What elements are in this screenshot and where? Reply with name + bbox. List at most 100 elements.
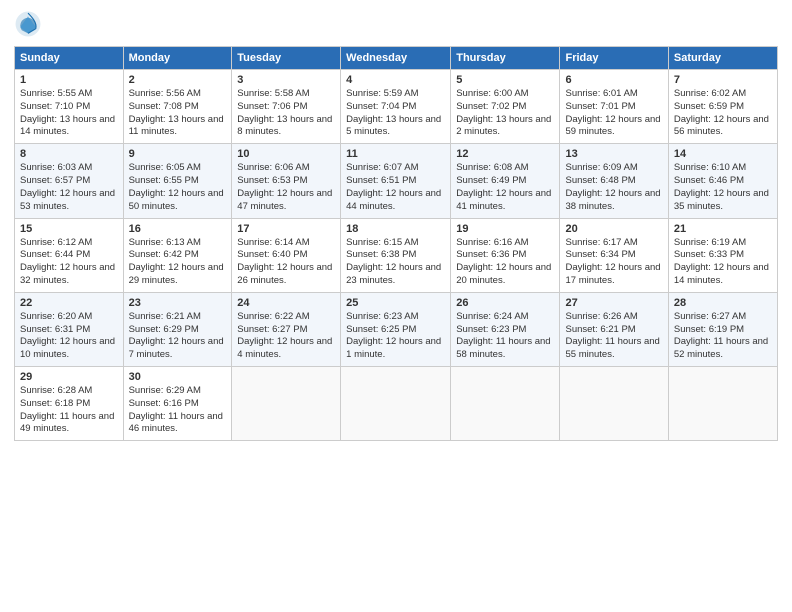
day-number: 26 <box>456 297 554 309</box>
calendar-cell: 1 Sunrise: 5:55 AMSunset: 7:10 PMDaylight… <box>15 70 124 144</box>
logo-icon <box>14 10 42 38</box>
day-info: Sunrise: 5:58 AMSunset: 7:06 PMDaylight:… <box>237 88 335 139</box>
calendar-week-3: 15Sunrise: 6:12 AMSunset: 6:44 PMDayligh… <box>15 218 778 292</box>
day-number: 1 <box>20 74 118 86</box>
day-info: Sunrise: 6:16 AMSunset: 6:36 PMDaylight:… <box>456 237 554 288</box>
page-header <box>14 10 778 38</box>
calendar-cell: 20 Sunrise: 6:17 AMSunset: 6:34 PMDayligh… <box>560 218 668 292</box>
column-header-wednesday: Wednesday <box>341 47 451 70</box>
day-number: 17 <box>237 223 335 235</box>
day-info: Sunrise: 6:09 AMSunset: 6:48 PMDaylight:… <box>565 162 662 213</box>
day-number: 14 <box>674 148 772 160</box>
day-info: Sunrise: 6:17 AMSunset: 6:34 PMDaylight:… <box>565 237 662 288</box>
day-number: 3 <box>237 74 335 86</box>
calendar-week-4: 22 Sunrise: 6:20 AMSunset: 6:31 PMDayligh… <box>15 292 778 366</box>
day-info: Sunrise: 6:12 AMSunset: 6:44 PMDaylight:… <box>20 237 118 288</box>
calendar-cell: 18 Sunrise: 6:15 AMSunset: 6:38 PMDayligh… <box>341 218 451 292</box>
day-info: Sunrise: 6:02 AMSunset: 6:59 PMDaylight:… <box>674 88 772 139</box>
day-number: 8 <box>20 148 118 160</box>
day-info: Sunrise: 6:27 AMSunset: 6:19 PMDaylight:… <box>674 311 772 362</box>
day-number: 21 <box>674 223 772 235</box>
calendar-cell: 3 Sunrise: 5:58 AMSunset: 7:06 PMDaylight… <box>232 70 341 144</box>
day-info: Sunrise: 6:29 AMSunset: 6:16 PMDaylight:… <box>129 385 227 436</box>
day-number: 20 <box>565 223 662 235</box>
day-number: 9 <box>129 148 227 160</box>
day-number: 19 <box>456 223 554 235</box>
calendar-cell: 21Sunrise: 6:19 AMSunset: 6:33 PMDayligh… <box>668 218 777 292</box>
logo <box>14 10 44 38</box>
calendar-cell: 26 Sunrise: 6:24 AMSunset: 6:23 PMDayligh… <box>451 292 560 366</box>
day-info: Sunrise: 5:56 AMSunset: 7:08 PMDaylight:… <box>129 88 227 139</box>
calendar-week-1: 1 Sunrise: 5:55 AMSunset: 7:10 PMDaylight… <box>15 70 778 144</box>
calendar-cell: 10Sunrise: 6:06 AMSunset: 6:53 PMDayligh… <box>232 144 341 218</box>
column-header-tuesday: Tuesday <box>232 47 341 70</box>
calendar-cell: 23 Sunrise: 6:21 AMSunset: 6:29 PMDayligh… <box>123 292 232 366</box>
calendar-cell <box>668 367 777 441</box>
day-info: Sunrise: 6:07 AMSunset: 6:51 PMDaylight:… <box>346 162 445 213</box>
calendar-cell: 29Sunrise: 6:28 AMSunset: 6:18 PMDayligh… <box>15 367 124 441</box>
day-info: Sunrise: 6:00 AMSunset: 7:02 PMDaylight:… <box>456 88 554 139</box>
day-number: 10 <box>237 148 335 160</box>
day-number: 4 <box>346 74 445 86</box>
calendar-cell: 14 Sunrise: 6:10 AMSunset: 6:46 PMDayligh… <box>668 144 777 218</box>
day-info: Sunrise: 6:14 AMSunset: 6:40 PMDaylight:… <box>237 237 335 288</box>
day-info: Sunrise: 6:23 AMSunset: 6:25 PMDaylight:… <box>346 311 445 362</box>
calendar-cell: 8Sunrise: 6:03 AMSunset: 6:57 PMDaylight… <box>15 144 124 218</box>
day-number: 23 <box>129 297 227 309</box>
calendar-header-row: SundayMondayTuesdayWednesdayThursdayFrid… <box>15 47 778 70</box>
calendar-cell: 25 Sunrise: 6:23 AMSunset: 6:25 PMDayligh… <box>341 292 451 366</box>
calendar-week-2: 8Sunrise: 6:03 AMSunset: 6:57 PMDaylight… <box>15 144 778 218</box>
calendar-cell: 4 Sunrise: 5:59 AMSunset: 7:04 PMDaylight… <box>341 70 451 144</box>
calendar-cell: 9Sunrise: 6:05 AMSunset: 6:55 PMDaylight… <box>123 144 232 218</box>
day-info: Sunrise: 6:10 AMSunset: 6:46 PMDaylight:… <box>674 162 772 213</box>
day-number: 12 <box>456 148 554 160</box>
calendar-cell: 7 Sunrise: 6:02 AMSunset: 6:59 PMDaylight… <box>668 70 777 144</box>
day-info: Sunrise: 6:08 AMSunset: 6:49 PMDaylight:… <box>456 162 554 213</box>
day-number: 7 <box>674 74 772 86</box>
day-info: Sunrise: 6:13 AMSunset: 6:42 PMDaylight:… <box>129 237 227 288</box>
calendar-cell: 30 Sunrise: 6:29 AMSunset: 6:16 PMDayligh… <box>123 367 232 441</box>
day-number: 13 <box>565 148 662 160</box>
day-number: 28 <box>674 297 772 309</box>
calendar-cell: 13 Sunrise: 6:09 AMSunset: 6:48 PMDayligh… <box>560 144 668 218</box>
calendar-cell: 27Sunrise: 6:26 AMSunset: 6:21 PMDayligh… <box>560 292 668 366</box>
day-number: 30 <box>129 371 227 383</box>
day-info: Sunrise: 6:21 AMSunset: 6:29 PMDaylight:… <box>129 311 227 362</box>
day-number: 29 <box>20 371 118 383</box>
day-number: 25 <box>346 297 445 309</box>
calendar-cell <box>451 367 560 441</box>
calendar-cell <box>560 367 668 441</box>
calendar-week-5: 29Sunrise: 6:28 AMSunset: 6:18 PMDayligh… <box>15 367 778 441</box>
column-header-thursday: Thursday <box>451 47 560 70</box>
calendar-cell: 17 Sunrise: 6:14 AMSunset: 6:40 PMDayligh… <box>232 218 341 292</box>
calendar-cell: 6Sunrise: 6:01 AMSunset: 7:01 PMDaylight… <box>560 70 668 144</box>
column-header-saturday: Saturday <box>668 47 777 70</box>
day-info: Sunrise: 5:55 AMSunset: 7:10 PMDaylight:… <box>20 88 118 139</box>
calendar-cell: 16 Sunrise: 6:13 AMSunset: 6:42 PMDayligh… <box>123 218 232 292</box>
calendar-cell: 11 Sunrise: 6:07 AMSunset: 6:51 PMDayligh… <box>341 144 451 218</box>
calendar-cell: 5 Sunrise: 6:00 AMSunset: 7:02 PMDaylight… <box>451 70 560 144</box>
calendar-cell <box>341 367 451 441</box>
calendar-cell: 22 Sunrise: 6:20 AMSunset: 6:31 PMDayligh… <box>15 292 124 366</box>
column-header-friday: Friday <box>560 47 668 70</box>
day-number: 2 <box>129 74 227 86</box>
day-number: 16 <box>129 223 227 235</box>
day-info: Sunrise: 5:59 AMSunset: 7:04 PMDaylight:… <box>346 88 445 139</box>
calendar-cell: 15Sunrise: 6:12 AMSunset: 6:44 PMDayligh… <box>15 218 124 292</box>
day-number: 27 <box>565 297 662 309</box>
day-info: Sunrise: 6:15 AMSunset: 6:38 PMDaylight:… <box>346 237 445 288</box>
day-number: 5 <box>456 74 554 86</box>
column-header-monday: Monday <box>123 47 232 70</box>
day-number: 22 <box>20 297 118 309</box>
calendar-cell: 2 Sunrise: 5:56 AMSunset: 7:08 PMDaylight… <box>123 70 232 144</box>
day-info: Sunrise: 6:01 AMSunset: 7:01 PMDaylight:… <box>565 88 662 139</box>
day-number: 11 <box>346 148 445 160</box>
column-header-sunday: Sunday <box>15 47 124 70</box>
day-info: Sunrise: 6:20 AMSunset: 6:31 PMDaylight:… <box>20 311 118 362</box>
calendar-cell: 28 Sunrise: 6:27 AMSunset: 6:19 PMDayligh… <box>668 292 777 366</box>
day-info: Sunrise: 6:24 AMSunset: 6:23 PMDaylight:… <box>456 311 554 362</box>
day-info: Sunrise: 6:22 AMSunset: 6:27 PMDaylight:… <box>237 311 335 362</box>
day-number: 24 <box>237 297 335 309</box>
calendar-table: SundayMondayTuesdayWednesdayThursdayFrid… <box>14 46 778 441</box>
day-number: 18 <box>346 223 445 235</box>
